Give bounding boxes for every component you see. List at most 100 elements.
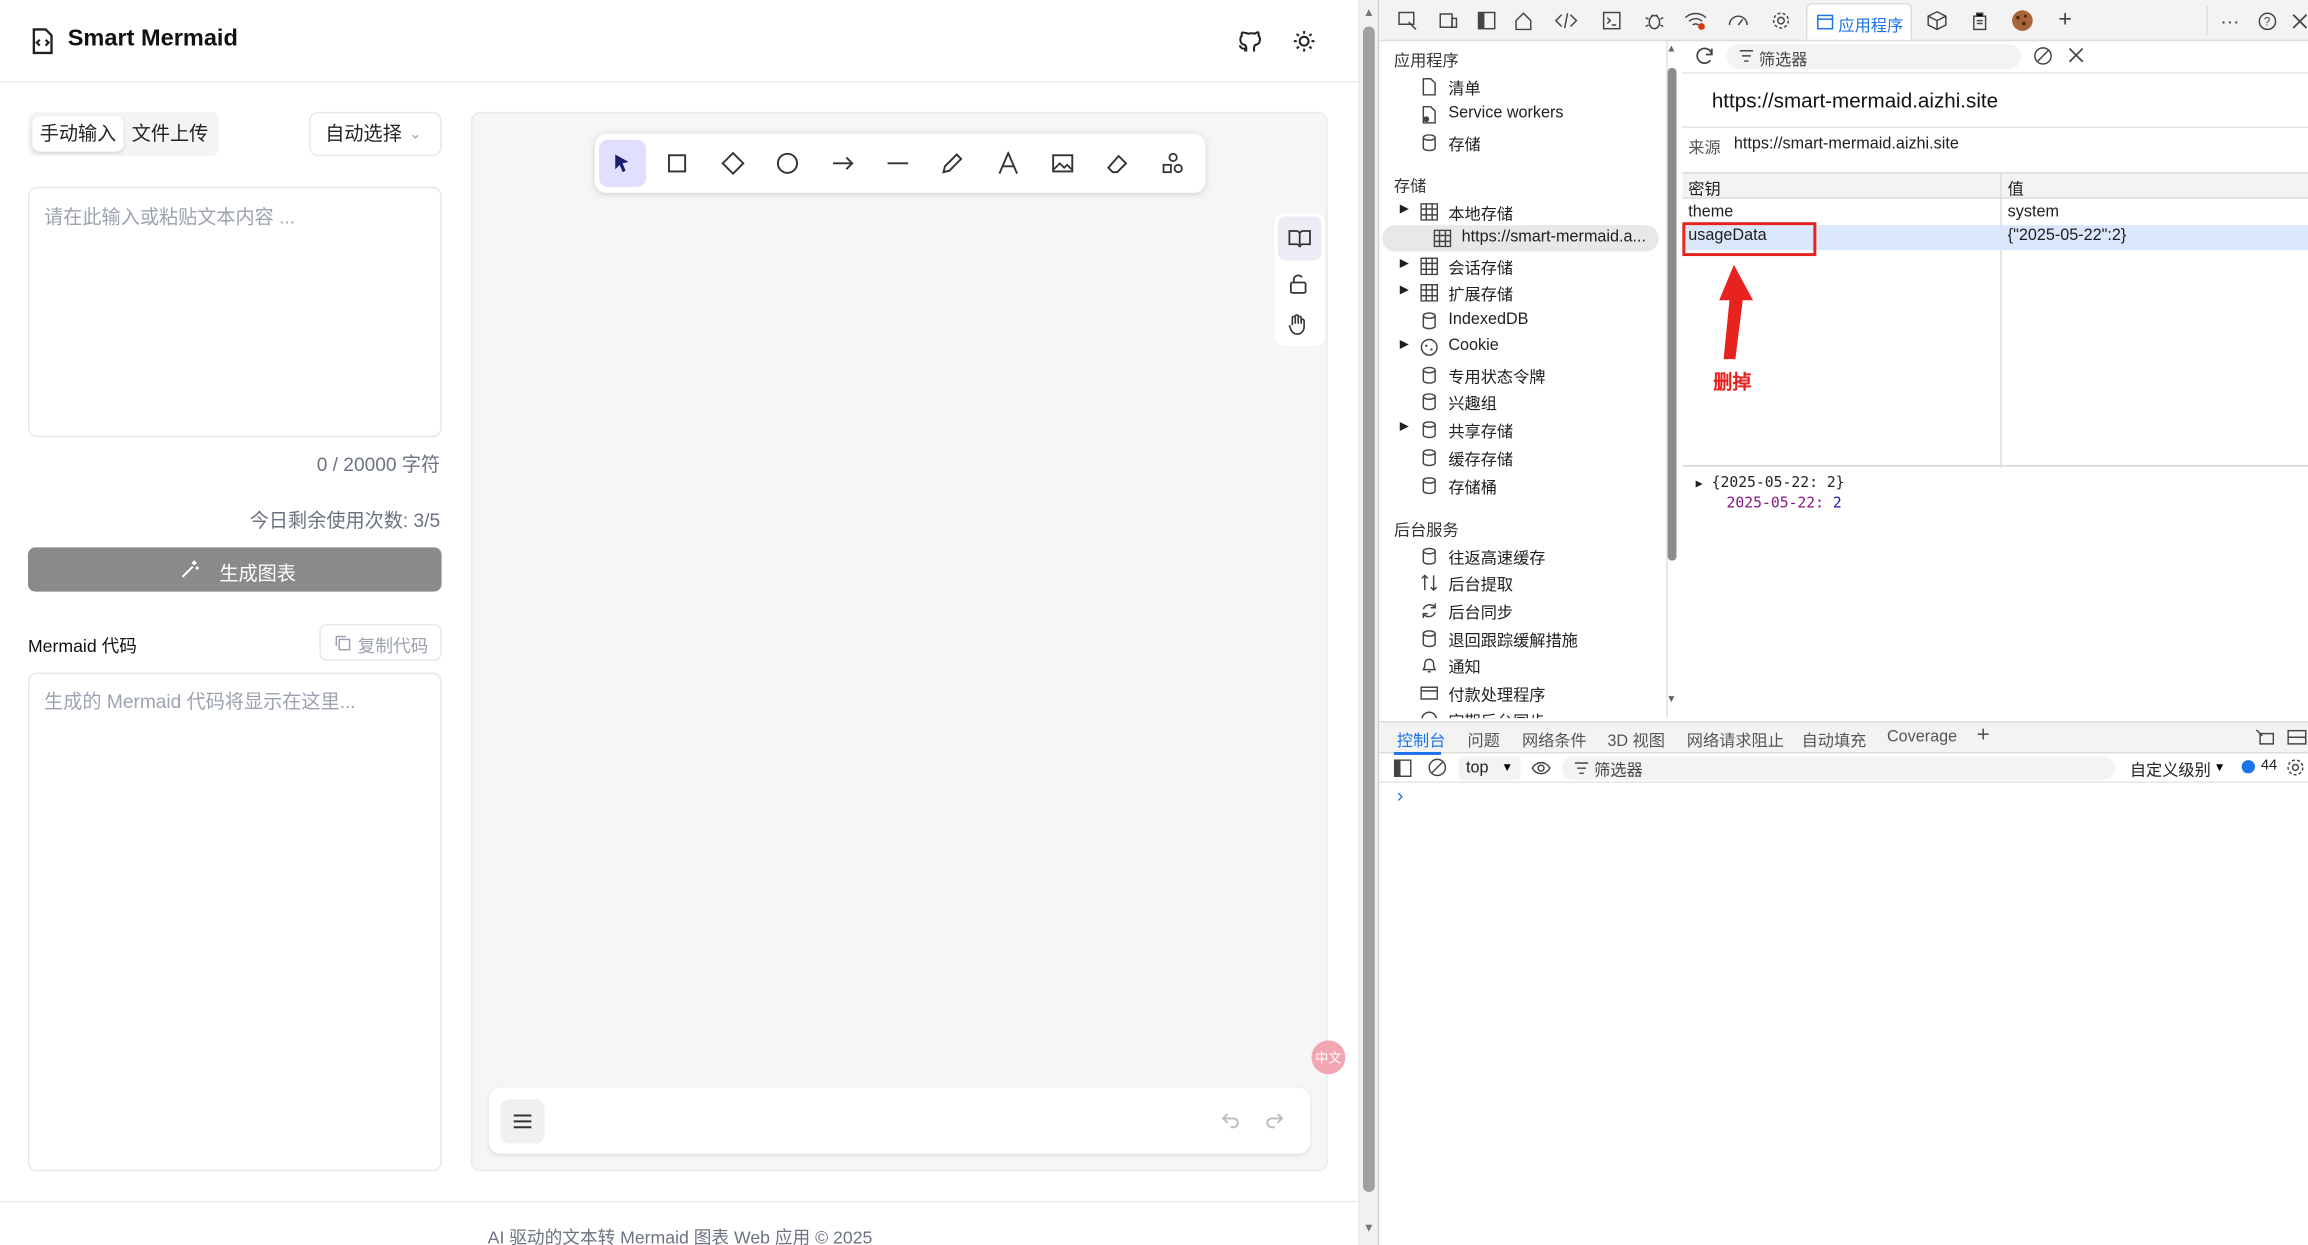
expand-arrow-icon[interactable]: ▶ bbox=[1696, 477, 1703, 490]
tree-item-background-fetch[interactable]: 后台提取 bbox=[1417, 570, 1666, 596]
sidebar-scrollbar[interactable]: ▲ ▼ bbox=[1665, 44, 1680, 714]
image-tool-icon[interactable] bbox=[1039, 140, 1086, 187]
close-devtools-icon[interactable] bbox=[2280, 4, 2308, 36]
tab-application[interactable]: 应用程序 bbox=[1806, 2, 1912, 40]
tree-item-notifications[interactable]: 通知 bbox=[1417, 652, 1666, 678]
drawer-tab-network-conditions[interactable]: 网络条件 bbox=[1522, 728, 1587, 752]
page-scrollbar[interactable]: ▲ ▼ bbox=[1360, 0, 1378, 1245]
close-drawer-icon[interactable] bbox=[2287, 728, 2307, 746]
expand-arrow-icon[interactable]: ▶ bbox=[1400, 337, 1409, 350]
diamond-tool-icon[interactable] bbox=[709, 140, 756, 187]
unlock-icon[interactable] bbox=[1288, 274, 1309, 295]
select-tool-icon[interactable] bbox=[599, 139, 647, 187]
tree-item-manifest[interactable]: 清单 bbox=[1417, 74, 1666, 100]
sources-bug-icon[interactable] bbox=[1635, 4, 1673, 36]
shapes-library-icon[interactable] bbox=[1150, 140, 1197, 187]
delete-selected-icon[interactable] bbox=[2068, 47, 2084, 63]
more-options-icon[interactable]: ··· bbox=[2211, 4, 2249, 36]
tree-item-cache-storage[interactable]: 缓存存储 bbox=[1417, 444, 1666, 470]
tree-item-private-state-tokens[interactable]: 专用状态令牌 bbox=[1417, 362, 1666, 388]
context-select[interactable]: top ▼ bbox=[1458, 756, 1521, 780]
eraser-tool-icon[interactable] bbox=[1094, 140, 1141, 187]
live-expression-eye-icon[interactable] bbox=[1531, 759, 1552, 777]
console-settings-icon[interactable] bbox=[2286, 758, 2305, 777]
tree-item-storage-buckets[interactable]: 存储桶 bbox=[1417, 472, 1666, 498]
tree-item-cookie[interactable]: ▶ Cookie bbox=[1397, 334, 1666, 360]
log-level-select[interactable]: 自定义级别 bbox=[2130, 758, 2211, 782]
console-filter-input[interactable]: 筛选器 bbox=[1561, 756, 2116, 780]
drawer-tab-3d-view[interactable]: 3D 视图 bbox=[1607, 728, 1665, 752]
scroll-down-icon[interactable]: ▼ bbox=[1666, 695, 1676, 705]
tree-item-background-sync[interactable]: 后台同步 bbox=[1417, 597, 1666, 623]
welcome-home-icon[interactable] bbox=[1504, 4, 1542, 36]
code-output-area[interactable]: 生成的 Mermaid 代码将显示在这里... bbox=[27, 672, 442, 1172]
redo-icon[interactable] bbox=[1264, 1110, 1285, 1131]
arrow-tool-icon[interactable] bbox=[820, 140, 867, 187]
page-scroll-thumb[interactable] bbox=[1362, 26, 1375, 1192]
refresh-icon[interactable] bbox=[1694, 46, 1715, 67]
library-book-icon[interactable] bbox=[1277, 216, 1322, 261]
translate-badge[interactable]: 中文 bbox=[1311, 1040, 1346, 1075]
settings-gear-icon[interactable] bbox=[1762, 4, 1800, 36]
text-input-area[interactable]: 请在此输入或粘贴文本内容 ... bbox=[27, 186, 442, 438]
tab-file-upload[interactable]: 文件上传 bbox=[125, 116, 215, 151]
tree-item-periodic-sync[interactable]: 定期后台同步 bbox=[1417, 706, 1666, 719]
device-toggle-icon[interactable] bbox=[1429, 4, 1467, 36]
scroll-up-icon[interactable]: ▲ bbox=[1666, 44, 1676, 54]
cookie-icon[interactable] bbox=[2003, 4, 2041, 36]
model-select[interactable]: 自动选择 ⌄ bbox=[309, 111, 442, 156]
text-tool-icon[interactable] bbox=[985, 140, 1032, 187]
expand-arrow-icon[interactable]: ▶ bbox=[1400, 202, 1409, 215]
console-prompt[interactable]: › bbox=[1397, 784, 1403, 806]
tree-item-interest-groups[interactable]: 兴趣组 bbox=[1417, 389, 1666, 415]
recorder-icon[interactable] bbox=[1961, 4, 1999, 36]
drawing-canvas[interactable] bbox=[471, 111, 1328, 1172]
scroll-up-icon[interactable]: ▲ bbox=[1363, 6, 1375, 19]
tree-item-storage[interactable]: 存储 bbox=[1417, 130, 1666, 156]
undo-icon[interactable] bbox=[1220, 1110, 1241, 1131]
scroll-down-icon[interactable]: ▼ bbox=[1363, 1221, 1375, 1234]
network-wifi-icon[interactable] bbox=[1676, 4, 1714, 36]
tab-manual-input[interactable]: 手动输入 bbox=[32, 116, 124, 152]
clear-console-icon[interactable] bbox=[1428, 758, 1447, 777]
rectangle-tool-icon[interactable] bbox=[654, 140, 701, 187]
expand-arrow-icon[interactable]: ▶ bbox=[1400, 419, 1409, 432]
performance-icon[interactable] bbox=[1719, 4, 1757, 36]
sun-icon[interactable] bbox=[1292, 29, 1316, 53]
inspect-icon[interactable] bbox=[1388, 4, 1426, 36]
undock-drawer-icon[interactable] bbox=[2255, 728, 2275, 746]
drawer-tab-request-blocking[interactable]: 网络请求阻止 bbox=[1687, 728, 1784, 752]
tree-item-service-workers[interactable]: Service workers bbox=[1417, 102, 1666, 128]
line-tool-icon[interactable] bbox=[874, 140, 921, 187]
github-icon[interactable] bbox=[1236, 28, 1262, 54]
tree-item-session-storage[interactable]: ▶ 会话存储 bbox=[1397, 253, 1666, 279]
drawer-tab-autofill[interactable]: 自动填充 bbox=[1802, 728, 1867, 752]
tree-item-shared-storage[interactable]: ▶ 共享存储 bbox=[1397, 416, 1666, 442]
expand-arrow-icon[interactable]: ▶ bbox=[1400, 256, 1409, 269]
ellipse-tool-icon[interactable] bbox=[764, 140, 811, 187]
tree-item-bounce-tracking[interactable]: 退回跟踪缓解措施 bbox=[1417, 625, 1666, 651]
tree-item-indexeddb[interactable]: IndexedDB bbox=[1417, 308, 1666, 334]
drawer-tab-console[interactable]: 控制台 bbox=[1397, 728, 1446, 752]
tree-item-local-origin[interactable]: https://smart-mermaid.a... bbox=[1382, 225, 1659, 252]
hamburger-menu-icon[interactable] bbox=[500, 1099, 545, 1144]
column-key[interactable]: 密钥 bbox=[1688, 177, 1720, 201]
generate-button[interactable]: 生成图表 bbox=[27, 547, 442, 592]
add-tab-icon[interactable]: + bbox=[2046, 4, 2084, 36]
pencil-tool-icon[interactable] bbox=[929, 140, 976, 187]
filter-input[interactable]: 筛选器 bbox=[1726, 44, 2021, 70]
sidebar-scroll-thumb[interactable] bbox=[1667, 67, 1677, 561]
dock-icon[interactable] bbox=[1467, 4, 1505, 36]
console-icon[interactable] bbox=[1593, 4, 1631, 36]
drawer-tab-issues[interactable]: 问题 bbox=[1467, 728, 1499, 752]
elements-icon[interactable] bbox=[1547, 4, 1585, 36]
tree-item-extension-storage[interactable]: ▶ 扩展存储 bbox=[1397, 280, 1666, 306]
expand-arrow-icon[interactable]: ▶ bbox=[1400, 283, 1409, 296]
clear-all-icon[interactable] bbox=[2033, 46, 2054, 67]
add-drawer-tab-icon[interactable]: + bbox=[1977, 723, 1990, 748]
tree-item-bfcache[interactable]: 往返高速缓存 bbox=[1417, 543, 1666, 569]
column-value[interactable]: 值 bbox=[2008, 177, 2024, 201]
sidebar-toggle-icon[interactable] bbox=[1393, 759, 1412, 778]
tree-item-local-storage[interactable]: ▶ 本地存储 bbox=[1397, 199, 1666, 225]
hand-pan-icon[interactable] bbox=[1288, 312, 1309, 336]
